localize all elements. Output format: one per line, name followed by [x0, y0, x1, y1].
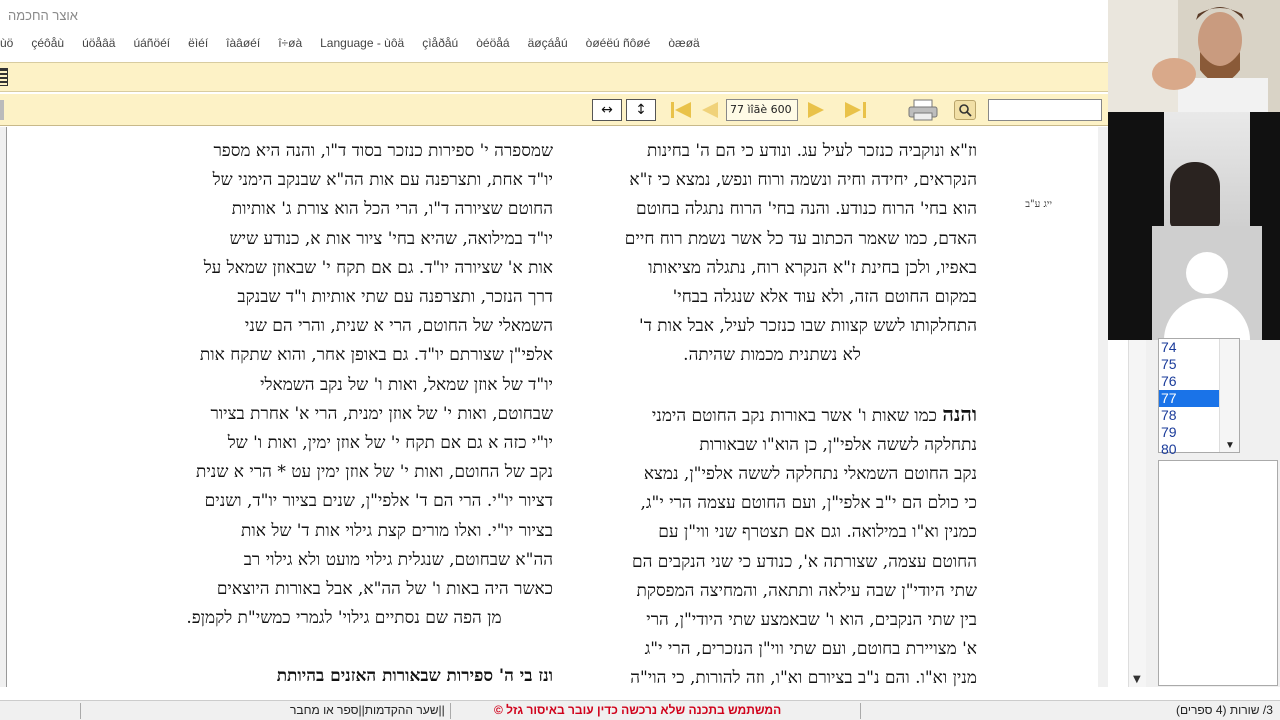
menu-item[interactable]: úöåâä: [73, 36, 124, 50]
status-bar: ||שער ההקדמות||ספר או מחבר המשתמש בתכנה …: [0, 700, 1280, 720]
next-page-icon: [808, 102, 824, 118]
margin-note: ייג ע"ב: [1025, 199, 1052, 210]
menu-item[interactable]: ëìéí: [179, 36, 217, 50]
print-button[interactable]: [906, 98, 940, 122]
text-line: אות א' שציורה יו"ד. גם אם תקח י' שבאוזן …: [203, 257, 553, 278]
participant-video-image: [1108, 0, 1280, 112]
navigation-toolbar: ↔ ↕ 77 ìîãè 600: [0, 94, 1108, 126]
status-line-count: 3/ שורות (4 ספרים): [1176, 703, 1273, 717]
text-line: התחלקותו לשש קצוות שבו כנזכר לעיל, אבל א…: [639, 316, 977, 337]
page-list-scrollbar[interactable]: ▼: [1219, 339, 1239, 452]
text-line: במקום החוטם הזה, ולא עוד אלא שנגלה בבחי': [672, 287, 977, 308]
text-line: בציור יו"י. ואלו מורים קצת גילוי אות ד' …: [241, 520, 553, 541]
next-page-button[interactable]: [804, 99, 830, 121]
menu-bar: ùö çéôåù úöåâä úáñöéí ëìéí îàâøéí î÷øà L…: [0, 32, 1108, 54]
text-line: הוא בחי' הרוח כנודע. והנה בחי' הרוח נתגל…: [636, 199, 977, 220]
menu-item[interactable]: ùö: [0, 36, 22, 50]
video-participant-tile: [1108, 112, 1280, 340]
document-view: וז"א ונוקביה כנזכר לעיל עג. ונודע כי הם …: [0, 127, 1108, 687]
video-participant-tile: [1108, 0, 1280, 112]
text-line: באפיו, ולכן בחינת ז"א הנקרא רוח, נתגלה מ…: [648, 257, 977, 278]
text-line: דציור יו"י. הרי הם ד' אלפי"ן, שנים בציור…: [204, 491, 553, 512]
text-column-left: שמספרה י' ספירות כנזכר בסוד ד"ו, והנה הי…: [135, 137, 553, 687]
search-icon: [959, 104, 972, 117]
printer-icon: [908, 99, 938, 121]
menu-item[interactable]: òæøä: [659, 36, 708, 50]
text-line: יו"ד של אוזן שמאל, ואות ו' של נקב השמאלי: [260, 374, 553, 395]
horizontal-arrows-icon: ↔: [601, 102, 613, 118]
text-line: החוטם שציורה ד"ו, הרי הכל הוא צורת ג' או…: [231, 199, 553, 220]
page-indicator[interactable]: 77 ìîãè 600: [726, 99, 798, 121]
status-warning: המשתמש בתכנה שלא נרכשה כדין עובר באיסור …: [494, 703, 782, 717]
book-info-panel: [1158, 460, 1278, 686]
avatar-body-icon: [1164, 298, 1250, 340]
first-page-icon: [671, 102, 691, 118]
menu-item-language[interactable]: Language - ùôä: [311, 36, 413, 50]
text-line: והנה כמו שאות ו' אשר באורות נקב החוטם הי…: [567, 400, 977, 431]
previous-page-icon: [702, 102, 718, 118]
page-list[interactable]: 74 75 76 77 78 79 80 ▼: [1158, 338, 1240, 457]
text-line: יו"ד במילואה, שהיא בחי' ציור אות א, כנוד…: [229, 228, 553, 249]
text-line: נקב החוטם השמאלי נתחלקה לששה אלפי"ן, נמצ…: [643, 464, 977, 485]
text-line: וז"א ונוקביה כנזכר לעיל עג. ונודע כי הם …: [647, 141, 977, 161]
text-line: השמאלי של החוטם, הרי א שנית, והרי הם שני: [244, 316, 553, 337]
paragraph-lead-word: והנה: [942, 401, 977, 426]
book-page: וז"א ונוקביה כנזכר לעיל עג. ונודע כי הם …: [6, 127, 1098, 687]
fit-height-button[interactable]: ↕: [626, 99, 656, 121]
text-line: יו"ד אחת, ותצרפנה עם אות הה"א שבנקב הימנ…: [212, 170, 553, 191]
text-line: הה"א שבחוטם, שנגלית גילוי מועט ולא גילוי…: [243, 549, 553, 570]
menu-item[interactable]: òøéëú ñôøé: [577, 36, 660, 50]
toolbar-grip-icon[interactable]: [0, 100, 4, 120]
previous-page-button[interactable]: [696, 99, 722, 121]
fit-width-button[interactable]: ↔: [592, 99, 622, 121]
last-page-button[interactable]: [842, 99, 872, 121]
menu-item[interactable]: äøçáåú: [519, 36, 577, 50]
text-line: האדם, כמו שאמר הכתוב עד כל אשר נשמת רוח …: [624, 228, 977, 249]
search-input[interactable]: [988, 99, 1102, 121]
text-line: יו"י כזה א גם אם תקח י' של אוזן ימין, וא…: [227, 433, 553, 454]
text-line: מנין וא"ו. והם נ"ב בציורם וא"ו, וזה להור…: [630, 668, 977, 687]
text-line: לא נשתנית מכמות שהיתה.: [683, 345, 861, 366]
menu-item[interactable]: î÷øà: [269, 36, 311, 50]
first-page-button[interactable]: [668, 99, 696, 121]
text-line: נקב של החוטם, ואות י' של אוזן ימין עט * …: [195, 462, 553, 483]
text-line: ונז בי ה' ספירות שבאורות האזנים בהיותת: [276, 666, 553, 687]
menu-item[interactable]: çìåðåú: [413, 36, 467, 50]
text-line: א' מצויירת בחוטם, ועם שתי ווי"ן הנזכרים,…: [644, 639, 977, 660]
text-line: הנקראים, יחידה וחיה ונשמה ורוח ונפש, נמצ…: [629, 170, 977, 191]
text-line: החוטם עצמה, שצורתה א', כנודע כי שני הנקב…: [632, 551, 977, 572]
vertical-arrows-icon: ↕: [635, 102, 647, 118]
window-title: אוצר החכמה: [8, 8, 78, 23]
scroll-down-icon[interactable]: ▼: [1133, 674, 1141, 685]
last-page-icon: [845, 102, 866, 118]
text-line: כמנין וא"ו במילואה. וגם אם תצטרף שני ווי…: [658, 522, 977, 543]
text-line: נתחלקה לששה אלפי"ן, כן הוא"ו שבאורות: [699, 434, 977, 455]
menu-item[interactable]: çéôåù: [22, 36, 73, 50]
text-line: כי כולם הם י"ב אלפי"ן, ועם החוטם עצמה הר…: [640, 493, 977, 514]
text-line: כאשר היה באות ו' של הה"א, אבל באורות היו…: [216, 579, 553, 600]
text-column-right: וז"א ונוקביה כנזכר לעיל עג. ונודע כי הם …: [567, 137, 977, 687]
text-line: אלפי"ן שצורתם יו"ד. גם באופן אחר, והוא ש…: [199, 345, 553, 366]
title-bar: אוצר החכמה: [0, 0, 1108, 32]
chevron-down-icon[interactable]: ▼: [1225, 440, 1235, 451]
menu-item[interactable]: îàâøéí: [217, 36, 269, 50]
menu-item[interactable]: òéöåá: [467, 36, 518, 50]
text-line: שמספרה י' ספירות כנזכר בסוד ד"ו, והנה הי…: [213, 141, 553, 161]
toolbar-band-top: [0, 62, 1108, 92]
text-line: מן הפה שם נסתיים גילוי' לגמרי כמשי"ת לקמ…: [186, 608, 502, 629]
participant-video-image: [1170, 162, 1220, 228]
text-span: כמו שאות ו' אשר באורות נקב החוטם הימני: [651, 405, 937, 426]
status-source: ||שער ההקדמות||ספר או מחבר: [290, 703, 445, 717]
search-button[interactable]: [954, 100, 976, 120]
avatar-head-icon: [1186, 252, 1228, 294]
text-line: שתי היודי"ן שבה עילאה ותתאה, והמחיצה המפ…: [636, 580, 977, 601]
menu-item[interactable]: úáñöéí: [124, 36, 179, 50]
participant-placeholder: [1152, 226, 1262, 340]
text-line: שבחוטם, ואות י' של אוזן ימנית, הרי א' אח…: [210, 403, 553, 424]
page-list-item-selected[interactable]: 77: [1159, 390, 1219, 407]
text-line: דרך הנזכר, ותצרפנה עם שתי אותיות ו"ד שבנ…: [237, 287, 553, 308]
text-line: בין שתי הנקבים, הוא ו' שבאמצע שתי היודי"…: [646, 610, 977, 631]
toolbar-grip-icon[interactable]: [0, 68, 8, 86]
